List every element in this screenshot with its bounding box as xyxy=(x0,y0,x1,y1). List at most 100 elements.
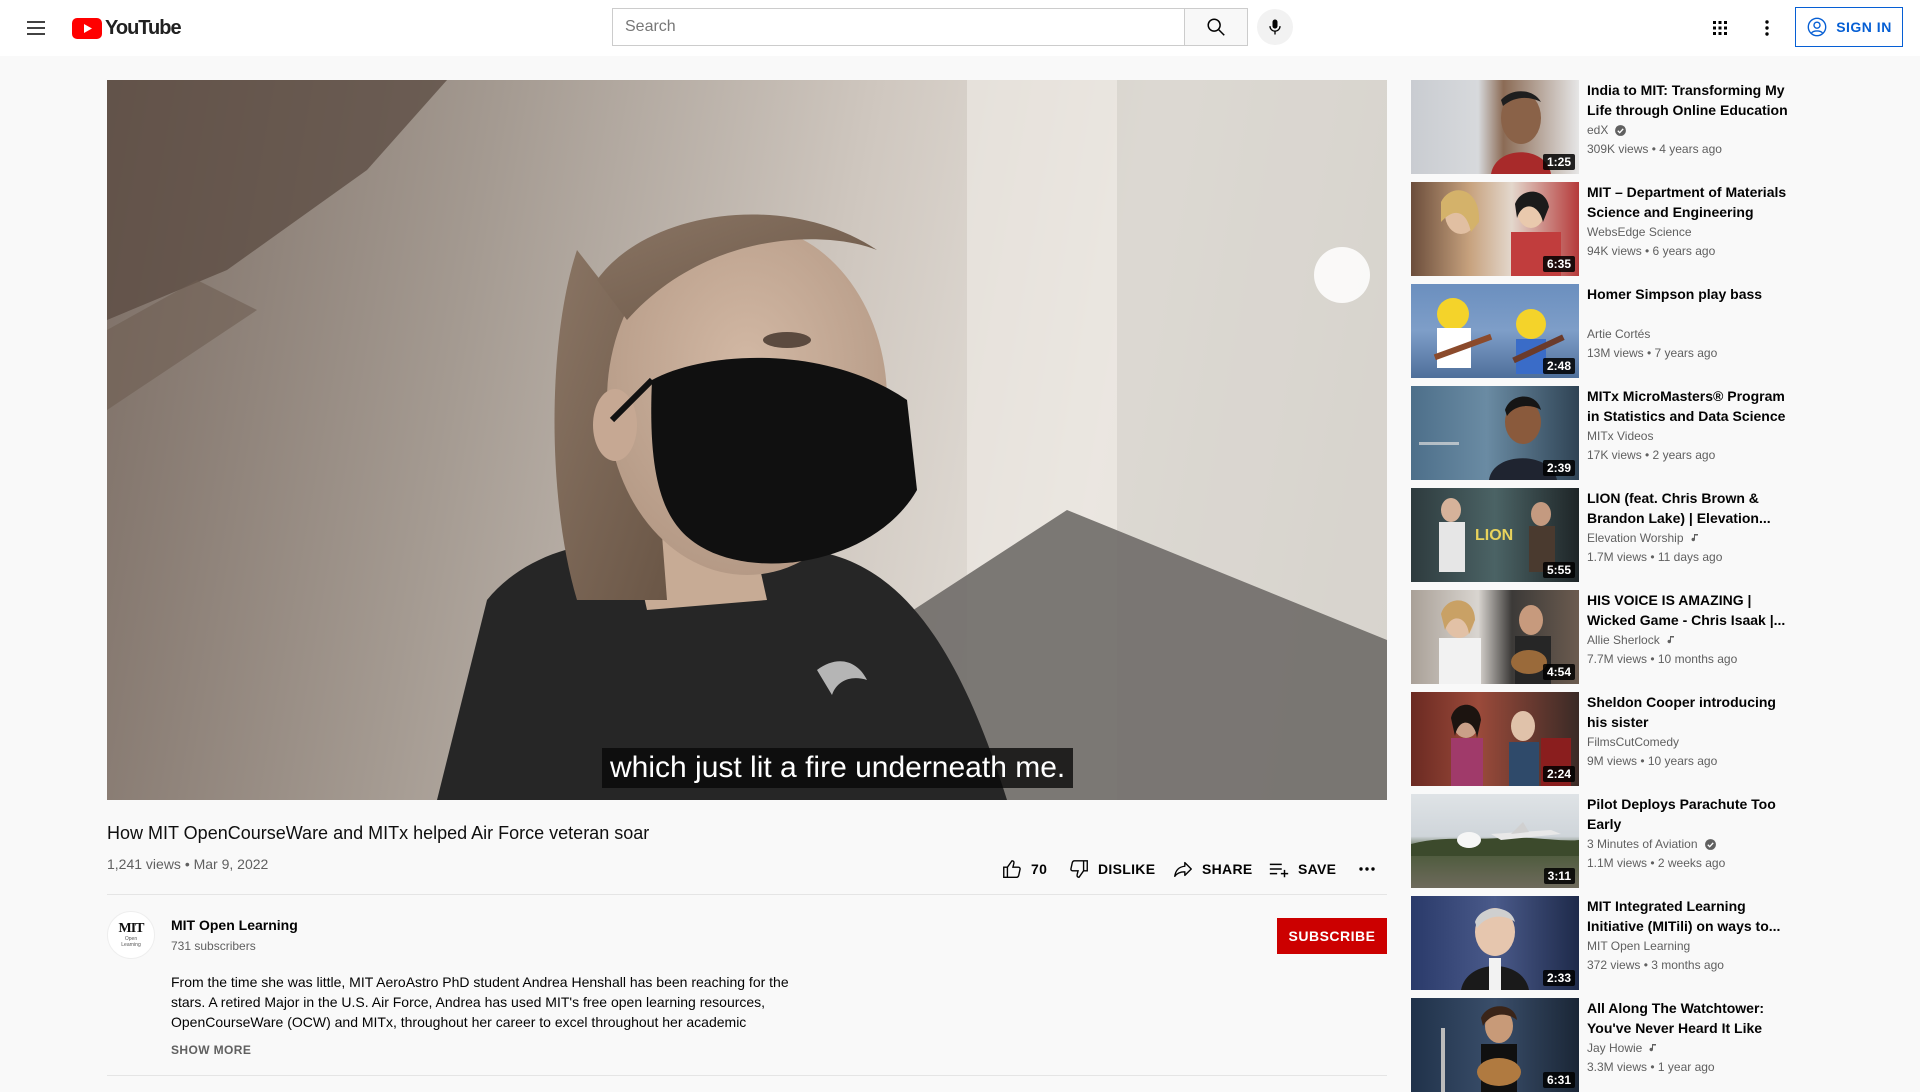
search-button[interactable] xyxy=(1184,8,1248,46)
video-description: From the time she was little, MIT AeroAs… xyxy=(171,974,789,1030)
recommendation-channel[interactable]: WebsEdge Science xyxy=(1587,225,1692,239)
video-thumbnail[interactable]: 1:25 xyxy=(1411,80,1579,174)
channel-name: WebsEdge Science xyxy=(1587,225,1692,239)
recommendation-title[interactable]: All Along The Watchtower: You've Never H… xyxy=(1587,998,1797,1038)
video-thumbnail[interactable]: 2:48 xyxy=(1411,284,1579,378)
recommendation-channel[interactable]: Elevation Worship xyxy=(1587,531,1702,545)
video-frame xyxy=(107,80,1387,800)
subscribe-button[interactable]: SUBSCRIBE xyxy=(1277,918,1387,954)
channel-name: Jay Howie xyxy=(1587,1041,1643,1055)
recommendation-channel[interactable]: 3 Minutes of Aviation xyxy=(1587,837,1717,851)
recommendation-item[interactable]: 2:33 MIT Integrated Learning Initiative … xyxy=(1411,896,1813,990)
recommendation-title[interactable]: MIT – Department of Materials Science an… xyxy=(1587,182,1797,222)
subscriber-count: 731 subscribers xyxy=(171,939,256,953)
more-horizontal-icon xyxy=(1359,867,1375,871)
recommendation-title[interactable]: LION (feat. Chris Brown & Brandon Lake) … xyxy=(1587,488,1797,528)
video-title: How MIT OpenCourseWare and MITx helped A… xyxy=(107,823,650,843)
video-duration: 1:25 xyxy=(1542,154,1575,170)
recommendation-channel[interactable]: edX xyxy=(1587,123,1627,137)
video-player[interactable]: which just lit a fire underneath me. xyxy=(107,80,1387,800)
video-duration: 2:39 xyxy=(1542,460,1575,476)
search-input[interactable] xyxy=(613,9,1184,45)
recommendation-item[interactable]: 2:39 MITx MicroMasters® Program in Stati… xyxy=(1411,386,1813,480)
recommendation-channel[interactable]: Jay Howie xyxy=(1587,1041,1660,1055)
search-icon xyxy=(1207,18,1225,36)
recommendation-title[interactable]: Pilot Deploys Parachute Too Early xyxy=(1587,794,1797,834)
sign-in-button[interactable]: SIGN IN xyxy=(1795,7,1903,47)
recommendation-item[interactable]: 2:24 Sheldon Cooper introducing his sist… xyxy=(1411,692,1813,786)
video-duration: 5:55 xyxy=(1542,562,1575,578)
thumbs-up-icon xyxy=(1003,860,1021,878)
verified-badge-icon xyxy=(1704,838,1716,850)
video-thumbnail[interactable]: 2:24 xyxy=(1411,692,1579,786)
channel-name: FilmsCutComedy xyxy=(1587,735,1680,749)
video-duration: 2:24 xyxy=(1542,766,1575,782)
video-thumbnail[interactable]: 6:35 xyxy=(1411,182,1579,276)
avatar-logo-text: MIT xyxy=(118,921,145,936)
recommendation-title[interactable]: HIS VOICE IS AMAZING | Wicked Game - Chr… xyxy=(1587,590,1797,630)
recommendation-item[interactable]: 6:31 All Along The Watchtower: You've Ne… xyxy=(1411,998,1813,1092)
video-thumbnail[interactable]: 6:31 xyxy=(1411,998,1579,1092)
recommendation-title[interactable]: MIT Integrated Learning Initiative (MITi… xyxy=(1587,896,1797,936)
menu-icon[interactable] xyxy=(24,16,48,40)
channel-name[interactable]: MIT Open Learning xyxy=(171,917,298,933)
search-box xyxy=(612,8,1184,46)
svg-text:LION: LION xyxy=(1475,527,1513,544)
recommendation-stats: 13M views • 7 years ago xyxy=(1587,346,1718,360)
show-more-button[interactable]: SHOW MORE xyxy=(171,1043,251,1057)
share-label: SHARE xyxy=(1202,861,1253,877)
video-thumbnail[interactable]: 2:39 xyxy=(1411,386,1579,480)
recommendation-stats: 309K views • 4 years ago xyxy=(1587,142,1722,156)
recommendation-item[interactable]: 2:48 Homer Simpson play bass Artie Corté… xyxy=(1411,284,1813,378)
video-duration: 6:35 xyxy=(1542,256,1575,272)
recommendation-stats: 1.7M views • 11 days ago xyxy=(1587,550,1723,564)
recommendation-item[interactable]: 6:35 MIT – Department of Materials Scien… xyxy=(1411,182,1813,276)
recommendation-channel[interactable]: FilmsCutComedy xyxy=(1587,735,1679,749)
divider xyxy=(107,894,1387,895)
music-note-icon xyxy=(1667,636,1674,644)
recommendation-title[interactable]: India to MIT: Transforming My Life throu… xyxy=(1587,80,1797,120)
microphone-icon xyxy=(1269,19,1281,35)
save-label: SAVE xyxy=(1298,861,1337,877)
dislike-label: DISLIKE xyxy=(1098,861,1156,877)
recommendation-item[interactable]: 4:54 HIS VOICE IS AMAZING | Wicked Game … xyxy=(1411,590,1813,684)
recommendation-item[interactable]: 3:11 Pilot Deploys Parachute Too Early 3… xyxy=(1411,794,1813,888)
youtube-logo[interactable]: YouTube xyxy=(72,16,182,40)
video-duration: 6:31 xyxy=(1542,1072,1575,1088)
recommendation-title[interactable]: Sheldon Cooper introducing his sister xyxy=(1587,692,1797,732)
recommendation-stats: 1.1M views • 2 weeks ago xyxy=(1587,856,1726,870)
more-actions-button[interactable] xyxy=(1355,855,1387,883)
recommendation-stats: 9M views • 10 years ago xyxy=(1587,754,1718,768)
recommendation-item[interactable]: 1:25 India to MIT: Transforming My Life … xyxy=(1411,80,1813,174)
recommendation-channel[interactable]: MITx Videos xyxy=(1587,429,1653,443)
divider xyxy=(107,1075,1387,1076)
recommendation-title[interactable]: MITx MicroMasters® Program in Statistics… xyxy=(1587,386,1797,426)
recommendation-channel[interactable]: MIT Open Learning xyxy=(1587,939,1690,953)
video-thumbnail[interactable]: 4:54 xyxy=(1411,590,1579,684)
recommendation-title[interactable]: Homer Simpson play bass xyxy=(1587,284,1797,304)
video-duration: 2:48 xyxy=(1542,358,1575,374)
channel-avatar[interactable]: MIT Open Learning xyxy=(107,911,155,959)
dislike-button[interactable]: DISLIKE xyxy=(1068,855,1155,883)
share-button[interactable]: SHARE xyxy=(1172,855,1253,883)
playlist-add-icon xyxy=(1269,863,1289,878)
recommendation-stats: 7.7M views • 10 months ago xyxy=(1587,652,1738,666)
recommendation-stats: 94K views • 6 years ago xyxy=(1587,244,1716,258)
recommendation-item[interactable]: LION 5:55 LION (feat. Chris Brown & Bran… xyxy=(1411,488,1813,582)
voice-search-button[interactable] xyxy=(1257,9,1293,45)
verified-badge-icon xyxy=(1615,124,1627,136)
video-meta: 1,241 views • Mar 9, 2022 xyxy=(107,856,269,872)
save-button[interactable]: SAVE xyxy=(1268,855,1336,883)
share-icon xyxy=(1174,861,1192,878)
video-duration: 3:11 xyxy=(1543,868,1575,884)
apps-grid-icon[interactable] xyxy=(1708,16,1732,40)
recommendation-channel[interactable]: Artie Cortés xyxy=(1587,327,1650,341)
music-note-icon xyxy=(1649,1044,1657,1052)
video-thumbnail[interactable]: 3:11 xyxy=(1411,794,1579,888)
video-thumbnail[interactable]: 2:33 xyxy=(1411,896,1579,990)
more-options-icon[interactable] xyxy=(1755,16,1779,40)
video-thumbnail[interactable]: LION 5:55 xyxy=(1411,488,1579,582)
like-button[interactable]: 70 xyxy=(1001,855,1047,883)
youtube-play-icon xyxy=(72,17,102,39)
recommendation-channel[interactable]: Allie Sherlock xyxy=(1587,633,1678,647)
